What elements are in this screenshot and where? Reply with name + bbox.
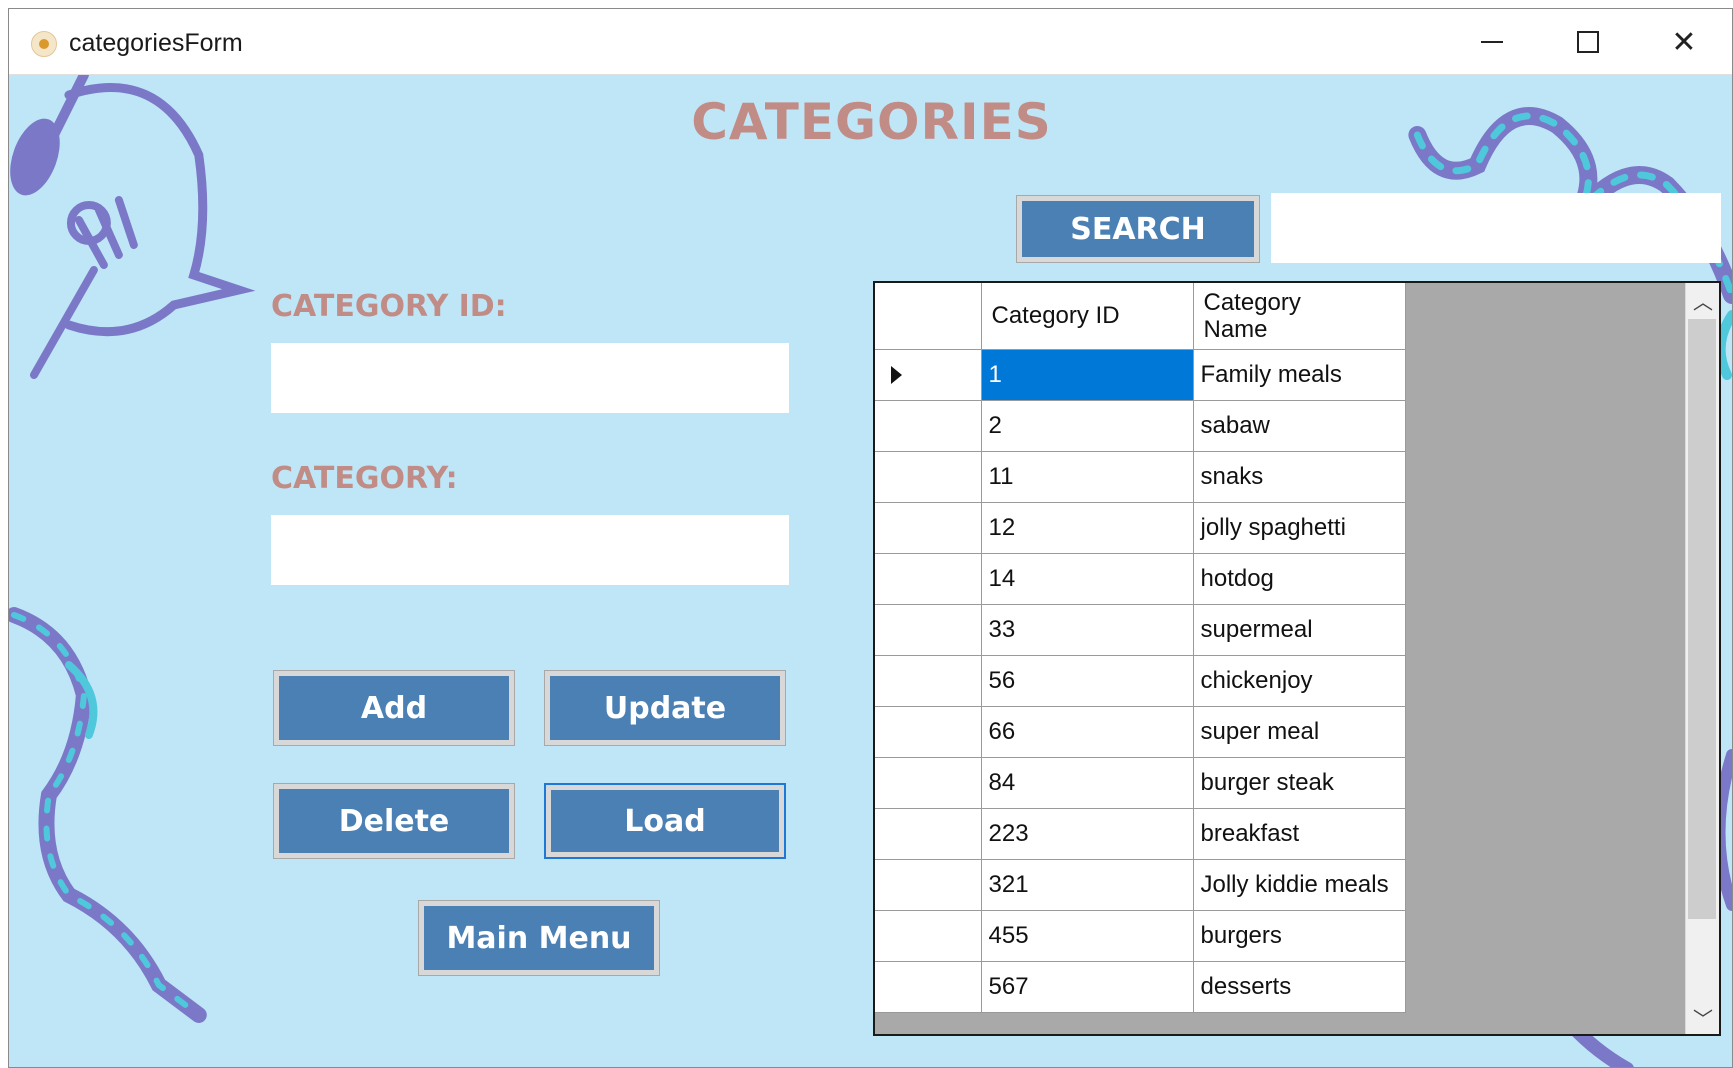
row-header[interactable] <box>875 910 982 962</box>
row-header[interactable] <box>875 604 982 656</box>
cell-category-name[interactable]: chickenjoy <box>1193 655 1406 707</box>
row-header[interactable] <box>875 655 982 707</box>
row-header[interactable] <box>875 961 982 1013</box>
form-client-area: CATEGORIES CATEGORY ID: CATEGORY: SEARCH… <box>9 75 1732 1067</box>
load-button-label: Load <box>551 790 779 852</box>
row-header[interactable] <box>875 451 982 503</box>
cell-category-id[interactable]: 11 <box>981 451 1194 503</box>
search-input[interactable] <box>1271 193 1721 263</box>
table-row[interactable]: 2 sabaw <box>875 400 1406 452</box>
cell-category-id[interactable]: 12 <box>981 502 1194 554</box>
minimize-icon <box>1481 41 1503 43</box>
row-header[interactable] <box>875 502 982 554</box>
delete-button[interactable]: Delete <box>273 783 515 859</box>
table-row[interactable]: 33 supermeal <box>875 604 1406 656</box>
search-button[interactable]: SEARCH <box>1016 195 1260 263</box>
category-label: CATEGORY: <box>271 461 458 496</box>
title-bar[interactable]: categoriesForm ✕ <box>9 9 1732 75</box>
column-header-category-id[interactable]: Category ID <box>981 283 1194 350</box>
table-row[interactable]: 223 breakfast <box>875 808 1406 860</box>
table-row[interactable]: 567 desserts <box>875 961 1406 1013</box>
cell-category-id[interactable]: 455 <box>981 910 1194 962</box>
categories-form-window: categoriesForm ✕ CATEGORIES CATEGORY ID:… <box>8 8 1733 1068</box>
main-menu-button[interactable]: Main Menu <box>418 900 660 976</box>
row-header[interactable] <box>875 706 982 758</box>
add-button[interactable]: Add <box>273 670 515 746</box>
cell-category-name[interactable]: snaks <box>1193 451 1406 503</box>
cell-category-id[interactable]: 321 <box>981 859 1194 911</box>
category-id-input[interactable] <box>271 343 789 413</box>
cell-category-name[interactable]: Family meals <box>1193 349 1406 401</box>
table-row[interactable]: 12 jolly spaghetti <box>875 502 1406 554</box>
row-header[interactable] <box>875 400 982 452</box>
table-row[interactable]: 455 burgers <box>875 910 1406 962</box>
column-header-category-name[interactable]: Category Name <box>1193 283 1406 350</box>
table-row[interactable]: 66 super meal <box>875 706 1406 758</box>
cell-category-name[interactable]: super meal <box>1193 706 1406 758</box>
current-row-arrow-icon <box>891 365 902 384</box>
cell-category-name[interactable]: sabaw <box>1193 400 1406 452</box>
row-header[interactable] <box>875 757 982 809</box>
grid-body: 1 Family meals 2 sabaw 11 snaks 12 jolly spaghe… <box>875 349 1406 1013</box>
categories-table: Category ID Category Name 1 Family meals 2… <box>875 283 1406 1013</box>
row-header[interactable] <box>875 349 982 401</box>
table-row[interactable]: 84 burger steak <box>875 757 1406 809</box>
table-row[interactable]: 56 chickenjoy <box>875 655 1406 707</box>
main-menu-button-label: Main Menu <box>424 906 654 970</box>
fork-icon <box>29 196 138 379</box>
cell-category-id[interactable]: 223 <box>981 808 1194 860</box>
squiggle-left <box>9 607 207 1023</box>
cell-category-name[interactable]: breakfast <box>1193 808 1406 860</box>
minimize-button[interactable] <box>1444 9 1540 75</box>
row-header-corner <box>875 283 982 350</box>
squiggle-right-edge <box>1715 310 1732 380</box>
search-button-label: SEARCH <box>1022 201 1254 257</box>
cell-category-name[interactable]: desserts <box>1193 961 1406 1013</box>
table-row[interactable]: 1 Family meals <box>875 349 1406 401</box>
cell-category-id[interactable]: 66 <box>981 706 1194 758</box>
cell-category-id[interactable]: 56 <box>981 655 1194 707</box>
delete-button-label: Delete <box>279 789 509 853</box>
cell-category-id[interactable]: 567 <box>981 961 1194 1013</box>
maximize-button[interactable] <box>1540 9 1636 75</box>
vertical-scrollbar[interactable]: ︿ ﹀ <box>1685 283 1719 1034</box>
categories-data-grid[interactable]: Category ID Category Name 1 Family meals 2… <box>873 281 1721 1036</box>
cell-category-name[interactable]: jolly spaghetti <box>1193 502 1406 554</box>
close-button[interactable]: ✕ <box>1636 9 1732 75</box>
row-header[interactable] <box>875 553 982 605</box>
cell-category-id[interactable]: 2 <box>981 400 1194 452</box>
window-title: categoriesForm <box>69 29 243 57</box>
scroll-up-arrow-icon[interactable]: ︿ <box>1686 283 1719 317</box>
scroll-thumb[interactable] <box>1688 319 1716 919</box>
scroll-down-arrow-icon[interactable]: ﹀ <box>1686 1000 1719 1034</box>
close-icon: ✕ <box>1671 25 1697 59</box>
update-button[interactable]: Update <box>544 670 786 746</box>
table-row[interactable]: 321 Jolly kiddie meals <box>875 859 1406 911</box>
page-title: CATEGORIES <box>691 93 1052 151</box>
table-row[interactable]: 14 hotdog <box>875 553 1406 605</box>
cell-category-name[interactable]: burgers <box>1193 910 1406 962</box>
update-button-label: Update <box>550 676 780 740</box>
load-button[interactable]: Load <box>544 783 786 859</box>
row-header[interactable] <box>875 859 982 911</box>
category-id-label: CATEGORY ID: <box>271 289 507 324</box>
cell-category-name[interactable]: Jolly kiddie meals <box>1193 859 1406 911</box>
maximize-icon <box>1577 31 1599 53</box>
cell-category-id[interactable]: 84 <box>981 757 1194 809</box>
category-name-input[interactable] <box>271 515 789 585</box>
cell-category-name[interactable]: burger steak <box>1193 757 1406 809</box>
cell-category-id[interactable]: 33 <box>981 604 1194 656</box>
table-row[interactable]: 11 snaks <box>875 451 1406 503</box>
squiggle-right-bottom <box>1713 749 1732 911</box>
cell-category-name[interactable]: hotdog <box>1193 553 1406 605</box>
cell-category-name[interactable]: supermeal <box>1193 604 1406 656</box>
cell-category-id[interactable]: 1 <box>981 349 1194 401</box>
row-header[interactable] <box>875 808 982 860</box>
add-button-label: Add <box>279 676 509 740</box>
grid-header-row: Category ID Category Name <box>875 283 1406 350</box>
app-icon <box>31 31 57 57</box>
cell-category-id[interactable]: 14 <box>981 553 1194 605</box>
